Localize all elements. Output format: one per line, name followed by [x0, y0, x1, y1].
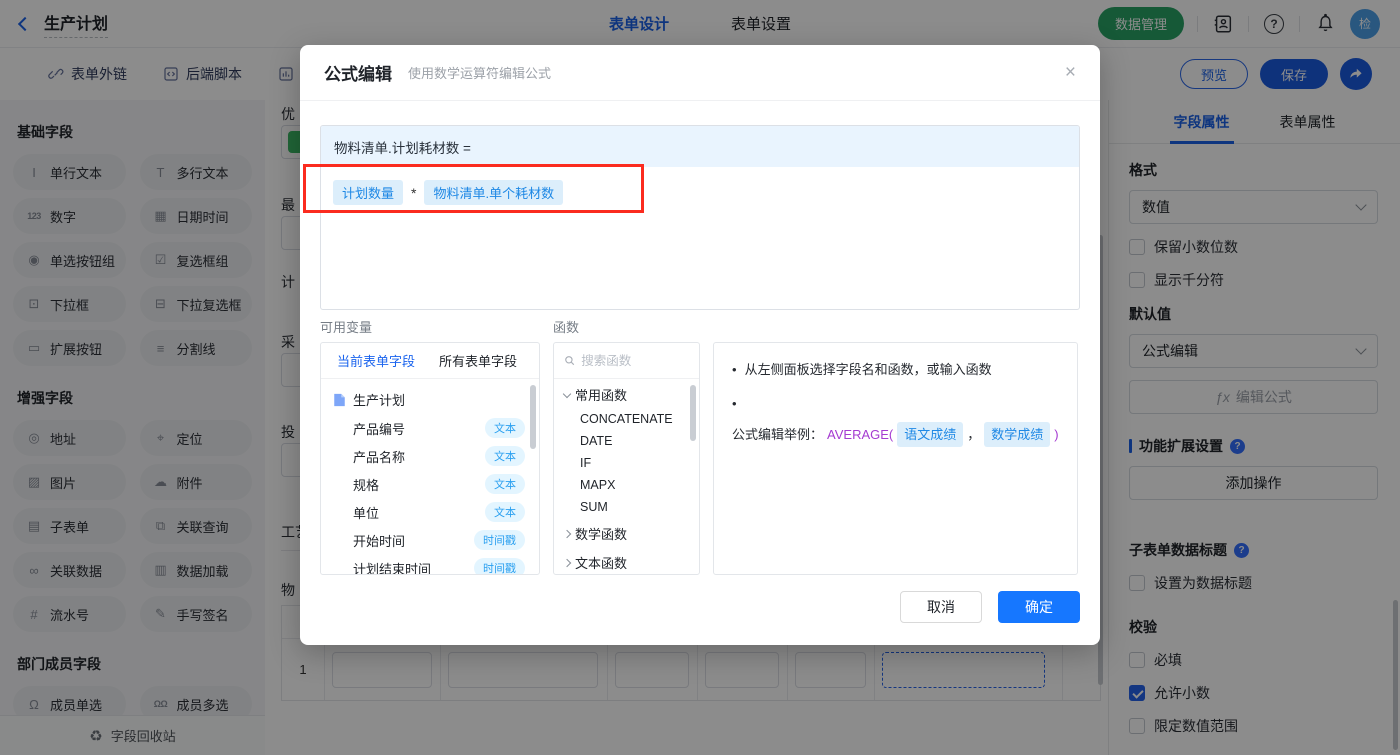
app-root: 生产计划 表单设计 表单设置 数据管理 ? 检 表单外链 后端脚本 预览 保存 … [0, 0, 1400, 755]
functions-panel: 常用函数 CONCATENATE DATE IF MAPX SUM 数学函数 文… [553, 342, 700, 575]
type-tag: 文本 [485, 474, 525, 494]
formula-expression[interactable]: 计划数量 * 物料清单.单个耗材数 [321, 167, 1079, 218]
variables-label: 可用变量 [320, 320, 373, 335]
type-tag: 时间戳 [474, 558, 525, 574]
function-item[interactable]: CONCATENATE [554, 408, 699, 430]
field-token[interactable]: 计划数量 [333, 180, 404, 205]
formula-editor: 物料清单.计划耗材数 = 计划数量 * 物料清单.单个耗材数 [320, 125, 1080, 310]
function-search [554, 343, 699, 379]
formula-edit-dialog: 公式编辑 使用数学运算符编辑公式 × 物料清单.计划耗材数 = 计划数量 * 物… [300, 45, 1100, 645]
tip-line-1: • 从左侧面板选择字段名和函数，或输入函数 [732, 359, 1059, 380]
tab-all-form-fields[interactable]: 所有表单字段 [439, 351, 517, 370]
form-doc-icon [334, 393, 345, 406]
functions-label: 函数 [553, 320, 580, 335]
variables-panel: 当前表单字段 所有表单字段 生产计划 产品编号 文本 产品名称 文本 规格 文本… [320, 342, 540, 575]
function-group-common[interactable]: 常用函数 [554, 379, 699, 408]
separator: ， [967, 427, 981, 442]
variable-row[interactable]: 计划结束时间 时间戳 [321, 554, 539, 574]
type-tag: 文本 [485, 418, 525, 438]
bullet-icon: • [732, 396, 737, 411]
tab-current-form-fields[interactable]: 当前表单字段 [337, 351, 415, 370]
dialog-footer: 取消 确定 [900, 591, 1080, 623]
function-item[interactable]: DATE [554, 430, 699, 452]
operator-token: * [411, 184, 417, 201]
variable-row[interactable]: 单位 文本 [321, 498, 539, 526]
functions-scrollbar[interactable] [690, 385, 696, 441]
function-close: ) [1054, 427, 1059, 442]
variables-tabs: 当前表单字段 所有表单字段 [321, 343, 539, 379]
function-group-math[interactable]: 数学函数 [554, 518, 699, 547]
function-item[interactable]: SUM [554, 496, 699, 518]
dialog-subtitle: 使用数学运算符编辑公式 [408, 66, 552, 81]
variable-row[interactable]: 规格 文本 [321, 470, 539, 498]
variables-scrollbar[interactable] [530, 385, 536, 449]
search-input[interactable] [581, 353, 689, 368]
variable-row[interactable]: 产品编号 文本 [321, 414, 539, 442]
confirm-button[interactable]: 确定 [998, 591, 1080, 623]
chevron-down-icon [562, 389, 572, 398]
example-field-token: 语文成绩 [897, 422, 964, 447]
type-tag: 文本 [485, 502, 525, 522]
dialog-header: 公式编辑 使用数学运算符编辑公式 × [300, 45, 1100, 101]
variables-tree: 生产计划 产品编号 文本 产品名称 文本 规格 文本 单位 文本 开始时间 时间… [321, 379, 539, 574]
formula-target: 物料清单.计划耗材数 = [321, 126, 1079, 167]
tip-line-2: • 公式编辑举例： AVERAGE( 语文成绩 ， 数学成绩 ) [732, 393, 1059, 447]
bullet-icon: • [732, 362, 737, 377]
search-icon [565, 356, 575, 366]
dialog-title: 公式编辑 [324, 65, 392, 84]
cancel-button[interactable]: 取消 [900, 591, 982, 623]
function-group-text[interactable]: 文本函数 [554, 547, 699, 574]
form-root-node[interactable]: 生产计划 [321, 385, 539, 414]
chevron-right-icon [562, 558, 572, 567]
variable-row[interactable]: 开始时间 时间戳 [321, 526, 539, 554]
type-tag: 文本 [485, 446, 525, 466]
formula-example: 公式编辑举例： AVERAGE( 语文成绩 ， 数学成绩 ) [732, 422, 1059, 447]
close-icon[interactable]: × [1065, 63, 1076, 82]
function-item[interactable]: MAPX [554, 474, 699, 496]
example-field-token: 数学成绩 [984, 422, 1051, 447]
field-token[interactable]: 物料清单.单个耗材数 [424, 180, 564, 205]
function-name: AVERAGE( [827, 427, 894, 442]
type-tag: 时间戳 [474, 530, 525, 550]
chevron-right-icon [562, 529, 572, 538]
variable-row[interactable]: 产品名称 文本 [321, 442, 539, 470]
function-item[interactable]: IF [554, 452, 699, 474]
tips-panel: • 从左侧面板选择字段名和函数，或输入函数 • 公式编辑举例： AVERAGE(… [713, 342, 1078, 575]
